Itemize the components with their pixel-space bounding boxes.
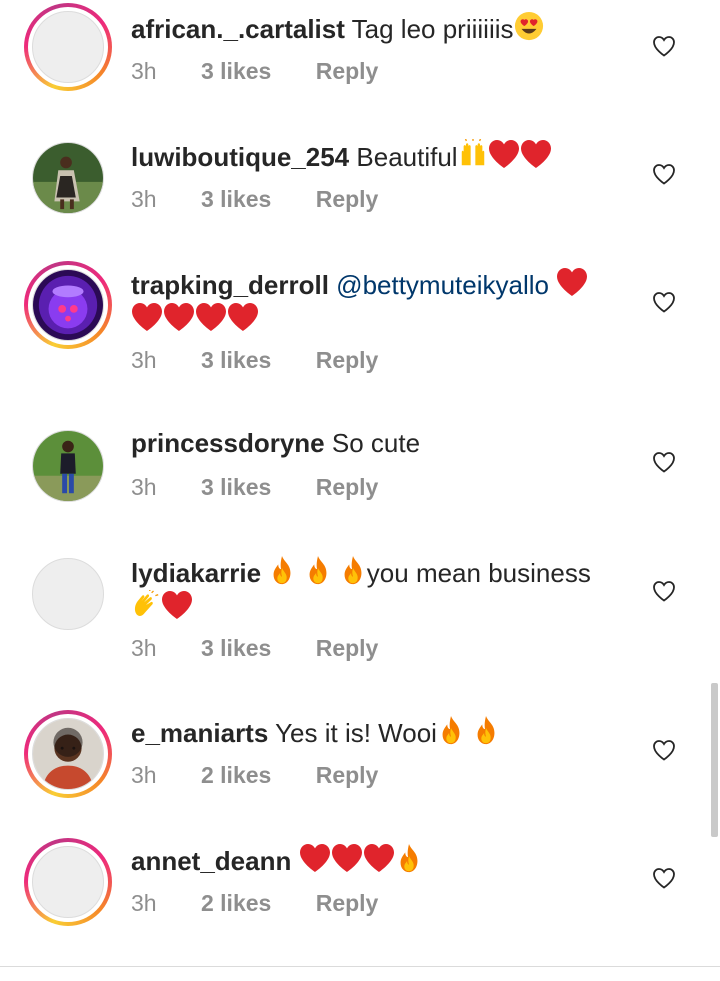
like-heart-icon[interactable] [652,451,676,473]
like-heart-icon[interactable] [652,35,676,57]
mention-link[interactable]: @bettymuteikyallo [336,270,549,300]
reply-button[interactable]: Reply [316,474,379,500]
comment-meta: 3h 3 likes Reply [131,635,416,662]
avatar[interactable] [24,3,112,91]
comment-username[interactable]: lydiakarrie [131,558,261,588]
red-heart-emoji-icon [556,267,588,297]
clapping-hands-emoji-icon [131,590,161,620]
comment-username[interactable]: annet_deann [131,846,291,876]
fire-emoji-icon [395,843,423,873]
comment-time: 3h [131,186,157,212]
comment-time: 3h [131,58,157,84]
comment-likes[interactable]: 2 likes [201,890,271,916]
profile-photo [32,269,104,341]
avatar[interactable] [24,710,112,798]
comment-likes[interactable]: 3 likes [201,186,271,212]
comment-username[interactable]: luwiboutique_254 [131,142,349,172]
comment-body: Beautiful [356,142,458,172]
red-heart-emoji-icon [363,843,395,873]
avatar[interactable] [24,838,112,926]
red-heart-emoji-icon [299,843,331,873]
fire-emoji-icon [304,555,332,585]
comment-likes[interactable]: 3 likes [201,474,271,500]
scrollbar[interactable] [711,683,718,837]
profile-photo [32,718,104,790]
comment-text: luwiboutique_254 Beautiful [131,139,621,173]
comment-body: Yes it is! Wooi [275,718,437,748]
profile-photo [32,430,104,502]
comment-time: 3h [131,474,157,500]
reply-button[interactable]: Reply [316,762,379,788]
divider [0,966,720,967]
comment-username[interactable]: princessdoryne [131,428,325,458]
red-heart-emoji-icon [520,139,552,169]
reply-button[interactable]: Reply [316,635,379,661]
comment-time: 3h [131,890,157,916]
comment-meta: 3h 3 likes Reply [131,58,416,85]
red-heart-emoji-icon [227,302,259,332]
comment-text: annet_deann [131,843,621,877]
fire-emoji-icon [268,555,296,585]
heart-eyes-emoji-icon [514,11,544,41]
red-heart-emoji-icon [195,302,227,332]
comment-text: african._.cartalist Tag leo priiiiiis [131,11,621,45]
comment-username[interactable]: african._.cartalist [131,14,345,44]
reply-button[interactable]: Reply [316,890,379,916]
avatar[interactable] [24,550,112,638]
like-heart-icon[interactable] [652,580,676,602]
red-heart-emoji-icon [331,843,363,873]
profile-photo [32,142,104,214]
reply-button[interactable]: Reply [316,347,379,373]
fire-emoji-icon [437,715,465,745]
comment-text: princessdoryne So cute [131,427,621,459]
comment-text: lydiakarrie you mean business [131,555,621,625]
default-avatar-icon [32,11,104,83]
comment-likes[interactable]: 3 likes [201,58,271,84]
red-heart-emoji-icon [131,302,163,332]
comment-text: e_maniarts Yes it is! Wooi [131,715,621,749]
red-heart-emoji-icon [488,139,520,169]
comment-time: 3h [131,347,157,373]
comment-username[interactable]: e_maniarts [131,718,268,748]
like-heart-icon[interactable] [652,163,676,185]
comment-body: Tag leo priiiiiis [351,14,514,44]
default-avatar-icon [32,558,104,630]
comment-likes[interactable]: 2 likes [201,762,271,788]
like-heart-icon[interactable] [652,739,676,761]
like-heart-icon[interactable] [652,867,676,889]
comment-body: you mean business [366,558,591,588]
comment-meta: 3h 3 likes Reply [131,474,416,501]
red-heart-emoji-icon [161,590,193,620]
reply-button[interactable]: Reply [316,58,379,84]
comment-time: 3h [131,635,157,661]
red-heart-emoji-icon [163,302,195,332]
comment-body: So cute [331,428,421,458]
comment-meta: 3h 3 likes Reply [131,186,416,213]
like-heart-icon[interactable] [652,291,676,313]
comment-username[interactable]: trapking_derroll [131,270,329,300]
fire-emoji-icon [339,555,367,585]
avatar[interactable] [24,261,112,349]
default-avatar-icon [32,846,104,918]
comment-meta: 3h 3 likes Reply [131,347,416,374]
fire-emoji-icon [472,715,500,745]
reply-button[interactable]: Reply [316,186,379,212]
comment-meta: 3h 2 likes Reply [131,890,416,917]
comment-time: 3h [131,762,157,788]
avatar[interactable] [24,134,112,222]
raised-hands-emoji-icon [458,139,488,169]
avatar[interactable] [24,422,112,510]
comment-text: trapking_derroll @bettymuteikyallo [131,267,621,337]
comment-meta: 3h 2 likes Reply [131,762,416,789]
comment-likes[interactable]: 3 likes [201,635,271,661]
comment-likes[interactable]: 3 likes [201,347,271,373]
